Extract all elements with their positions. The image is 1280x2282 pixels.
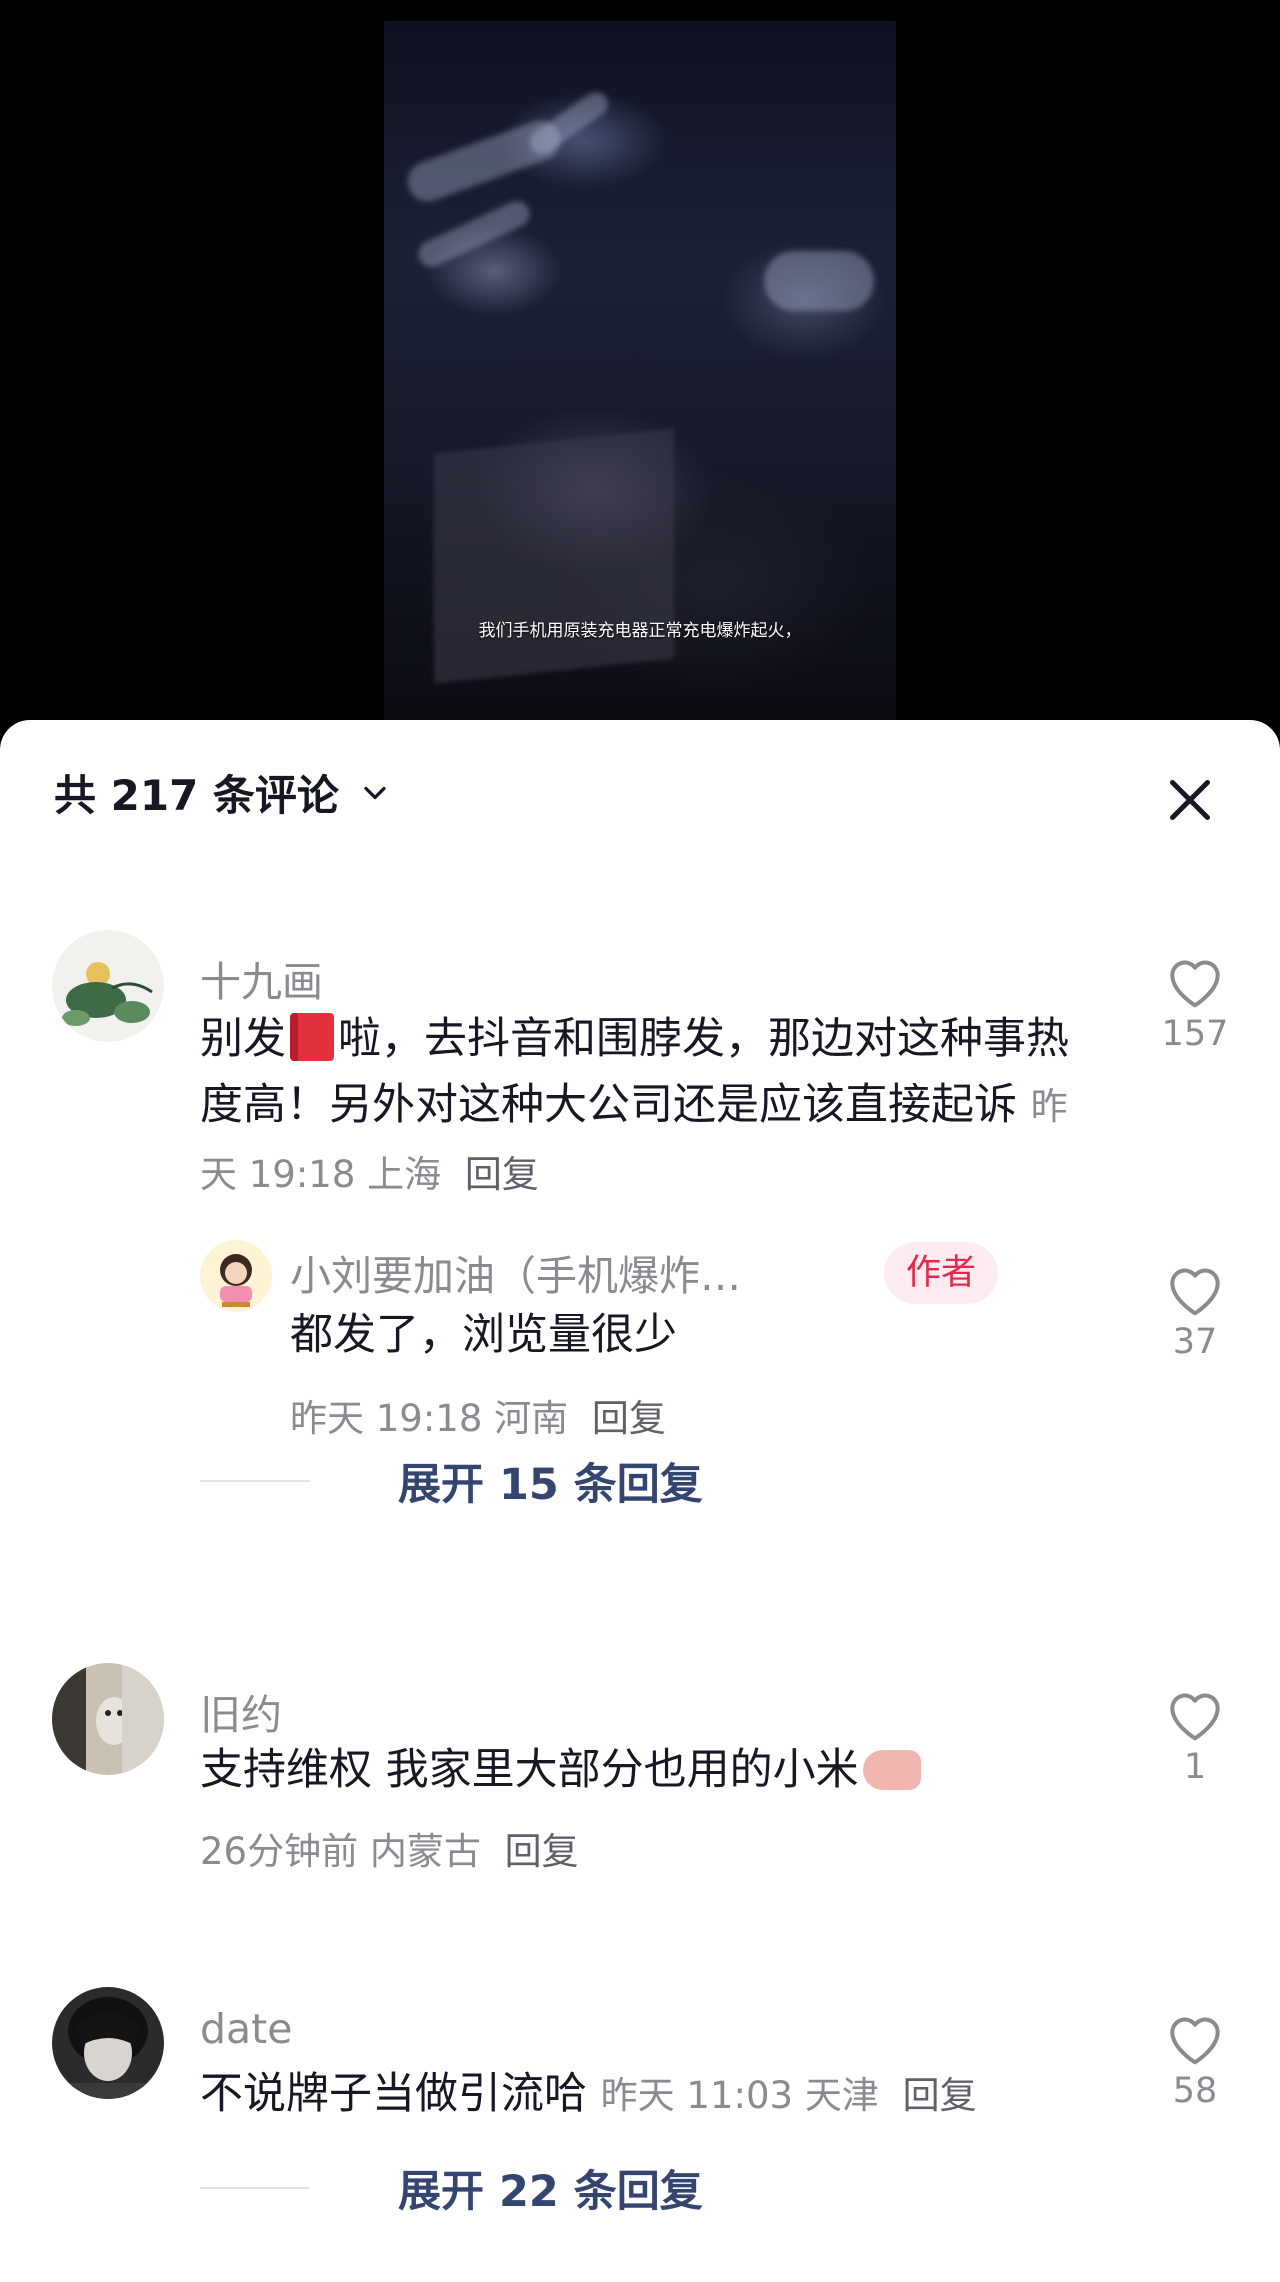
author-badge: 作者 bbox=[884, 1242, 999, 1304]
comment-username[interactable]: 旧约 bbox=[200, 1681, 282, 1741]
heart-outline-icon bbox=[1170, 1693, 1220, 1741]
comment-location: 天津 bbox=[804, 2074, 879, 2117]
comment-text: 支持维权 我家里大部分也用的小米 bbox=[200, 1737, 1100, 1803]
comment-text-part: 支持维权 我家里大部分也用的小米 bbox=[200, 1745, 859, 1795]
comment-username[interactable]: 十九画 bbox=[200, 948, 323, 1008]
like-button[interactable]: 37 bbox=[1160, 1258, 1230, 1362]
reply-button[interactable]: 回复 bbox=[505, 1830, 579, 1873]
heart-outline-icon bbox=[1170, 960, 1220, 1008]
like-count: 37 bbox=[1172, 1322, 1218, 1362]
expand-replies-button[interactable]: 展开 22 条回复 bbox=[200, 2157, 703, 2219]
avatar[interactable] bbox=[52, 930, 164, 1042]
close-button[interactable] bbox=[1160, 770, 1220, 830]
comment-text-part: 别发 bbox=[200, 1014, 286, 1064]
reply-text: 都发了，浏览量很少 bbox=[290, 1310, 677, 1360]
expand-replies-label: 展开 22 条回复 bbox=[398, 2167, 703, 2217]
comment-sheet: 共 217 条评论 十九画 别发 啦，去抖音和围脖发，那边对这种事热度高！另外对这… bbox=[0, 720, 1280, 2282]
comment-meta: 昨天 11:03 天津 回复 bbox=[601, 2074, 977, 2117]
reply-username[interactable]: 小刘要加油（手机爆炸… bbox=[290, 1242, 741, 1302]
reply-meta: 昨天 19:18 河南 回复 bbox=[290, 1388, 666, 1442]
chevron-down-icon bbox=[364, 786, 386, 799]
like-count: 58 bbox=[1172, 2071, 1218, 2111]
divider bbox=[200, 2187, 310, 2189]
divider bbox=[200, 1480, 310, 1482]
expand-replies-label: 展开 15 条回复 bbox=[398, 1460, 703, 1510]
comment-meta: 26分钟前 内蒙古 回复 bbox=[200, 1821, 579, 1875]
reply-location: 河南 bbox=[494, 1397, 569, 1440]
comment-time: 昨天 11:03 bbox=[600, 2074, 794, 2117]
reply-button[interactable]: 回复 bbox=[592, 1397, 666, 1440]
like-button[interactable]: 1 bbox=[1160, 1683, 1230, 1787]
comment-location: 内蒙古 bbox=[369, 1830, 481, 1873]
comment-count-dropdown[interactable]: 共 217 条评论 bbox=[54, 762, 393, 823]
comment-count-title: 共 217 条评论 bbox=[54, 771, 339, 820]
red-book-emoji-icon bbox=[290, 1013, 334, 1061]
video-player[interactable]: 我们手机用原装充电器正常充电爆炸起火， bbox=[0, 0, 1280, 740]
avatar[interactable] bbox=[52, 1663, 164, 1775]
video-subtitle: 我们手机用原装充电器正常充电爆炸起火， bbox=[478, 621, 802, 641]
comment-text: 别发 啦，去抖音和围脖发，那边对这种事热度高！另外对这种大公司还是应该直接起诉 昨… bbox=[200, 1006, 1100, 1208]
like-count: 157 bbox=[1161, 1014, 1229, 1054]
comment-location: 上海 bbox=[367, 1153, 442, 1196]
avatar[interactable] bbox=[52, 1987, 164, 2099]
like-button[interactable]: 58 bbox=[1160, 2007, 1230, 2111]
like-button[interactable]: 157 bbox=[1160, 950, 1230, 1054]
comment-text: 不说牌子当做引流哈 昨天 11:03 天津 回复 bbox=[200, 2061, 1100, 2129]
reply-button[interactable]: 回复 bbox=[465, 1153, 539, 1196]
like-count: 1 bbox=[1183, 1747, 1207, 1787]
avatar[interactable] bbox=[200, 1240, 272, 1312]
expand-replies-button[interactable]: 展开 15 条回复 bbox=[200, 1450, 703, 1512]
comment-time: 26分钟前 bbox=[200, 1830, 359, 1873]
reply-button[interactable]: 回复 bbox=[903, 2074, 977, 2117]
close-icon bbox=[1170, 780, 1210, 820]
reply-time: 昨天 19:18 bbox=[290, 1397, 483, 1440]
comment-text-part: 不说牌子当做引流哈 bbox=[200, 2069, 587, 2119]
heart-outline-icon bbox=[1170, 2017, 1220, 2065]
thumbs-up-emoji-icon bbox=[862, 1750, 921, 1790]
heart-outline-icon bbox=[1170, 1268, 1220, 1316]
comment-username[interactable]: date bbox=[200, 2005, 292, 2053]
